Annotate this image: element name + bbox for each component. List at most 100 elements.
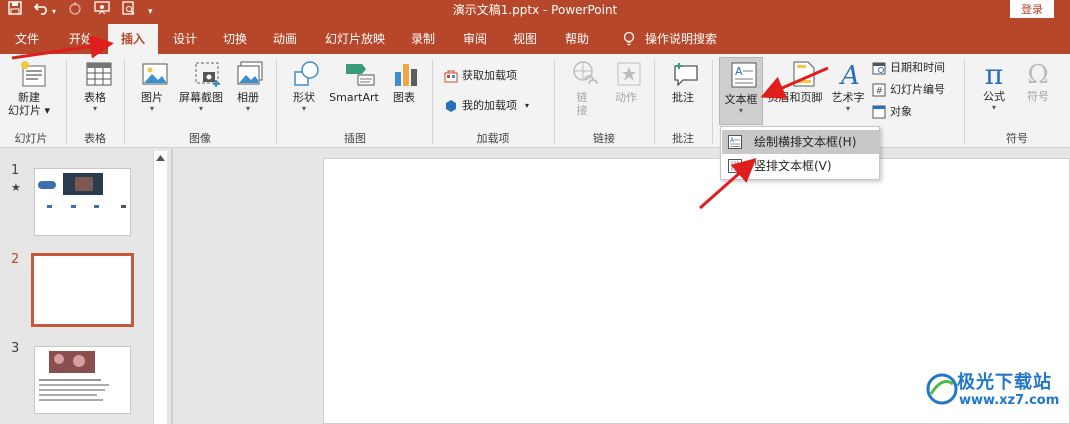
- wordart-button[interactable]: A 艺术字 ▾: [828, 60, 868, 128]
- svg-text:A: A: [736, 161, 740, 167]
- title-bar: ▾ ▾ 演示文稿1.pptx - PowerPoint 登录: [0, 0, 1070, 24]
- tab-help[interactable]: 帮助: [558, 24, 596, 54]
- group-label-links: 链接: [593, 132, 615, 145]
- chevron-down-icon: ▾: [149, 104, 154, 113]
- group-label-addins: 加载项: [476, 132, 510, 145]
- header-footer-label: 页眉和页脚: [767, 91, 823, 104]
- new-slide-icon: [21, 61, 46, 87]
- smartart-icon: [346, 64, 375, 86]
- link-button[interactable]: 链 接: [562, 60, 602, 128]
- tab-animations[interactable]: 动画: [266, 24, 304, 54]
- smartart-button[interactable]: SmartArt: [326, 60, 382, 128]
- comment-button[interactable]: 批注: [662, 60, 704, 128]
- textbox-button[interactable]: A 文本框 ▾: [719, 57, 763, 125]
- wordart-icon: A: [839, 61, 860, 91]
- draw-horizontal-textbox-label: 绘制横排文本框(H): [754, 135, 857, 149]
- equation-button[interactable]: π 公式 ▾: [972, 60, 1016, 128]
- tab-transitions[interactable]: 切换: [216, 24, 254, 54]
- scroll-up-icon[interactable]: [154, 153, 167, 163]
- chevron-down-icon: ▾: [92, 104, 97, 113]
- table-button[interactable]: 表格 ▾: [74, 60, 116, 128]
- my-addins-button[interactable]: 我的加载项 ▾: [444, 98, 529, 114]
- tab-insert[interactable]: 插入: [108, 24, 158, 54]
- group-label-comments: 批注: [672, 132, 694, 145]
- tab-home[interactable]: 开始: [62, 24, 100, 54]
- chevron-down-icon: ▾: [198, 104, 203, 113]
- shapes-button[interactable]: 形状 ▾: [284, 60, 324, 128]
- group-separator: [554, 60, 555, 144]
- watermark-name: 极光下载站: [957, 372, 1052, 393]
- tab-slideshow[interactable]: 幻灯片放映: [318, 24, 392, 54]
- chevron-down-icon: ▾: [738, 106, 743, 115]
- my-addins-label: 我的加载项: [462, 99, 517, 112]
- symbol-button[interactable]: Ω 符号: [1018, 60, 1058, 128]
- ribbon-tabs: 文件 开始 插入 设计 切换 动画 幻灯片放映 录制 审阅 视图 帮助 操作说明…: [0, 24, 1070, 54]
- symbol-label: 符号: [1027, 90, 1049, 103]
- textbox-label: 文本框: [724, 93, 758, 106]
- slide-thumbnail-1[interactable]: [34, 168, 131, 236]
- new-slide-label-1: 新建: [18, 91, 40, 104]
- action-star-icon: [617, 62, 641, 86]
- omega-icon: Ω: [1027, 60, 1049, 90]
- slide-number-3: 3: [11, 341, 20, 356]
- object-button[interactable]: 对象: [872, 104, 912, 120]
- shapes-icon: [293, 61, 319, 86]
- link-label-1: 链: [576, 91, 588, 104]
- new-slide-button[interactable]: 新建 幻灯片 ▾: [4, 60, 54, 128]
- table-icon: [86, 62, 111, 86]
- watermark-logo-icon: [926, 373, 958, 405]
- tell-me-search[interactable]: 操作说明搜索: [640, 24, 722, 54]
- header-footer-button[interactable]: 页眉和页脚: [764, 60, 826, 128]
- get-addins-button[interactable]: 获取加载项: [444, 68, 517, 84]
- get-addins-label: 获取加载项: [462, 69, 517, 82]
- slide-number-label: 幻灯片编号: [890, 83, 945, 96]
- chart-button[interactable]: 图表: [386, 60, 422, 128]
- header-footer-icon: [793, 61, 815, 87]
- group-separator: [712, 60, 713, 144]
- svg-text:#: #: [876, 87, 884, 97]
- object-label: 对象: [890, 105, 912, 118]
- slide-3-preview: [39, 351, 109, 401]
- slide-number-1: 1: [11, 163, 20, 178]
- draw-horizontal-textbox-item[interactable]: A 绘制横排文本框(H): [722, 130, 879, 154]
- action-label: 动作: [615, 91, 637, 104]
- smartart-label: SmartArt: [329, 91, 379, 104]
- group-label-symbols: 符号: [1006, 132, 1028, 145]
- slide-thumbnail-2[interactable]: [31, 253, 134, 327]
- tab-view[interactable]: 视图: [506, 24, 544, 54]
- slide-number-button[interactable]: # 幻灯片编号: [872, 82, 945, 98]
- tab-record[interactable]: 录制: [404, 24, 442, 54]
- vertical-textbox-label: 竖排文本框(V): [754, 159, 832, 173]
- picture-button[interactable]: 图片 ▾: [132, 60, 172, 128]
- horizontal-textbox-icon: A: [728, 135, 742, 149]
- chevron-down-icon: ▾: [301, 104, 306, 113]
- comment-label: 批注: [672, 91, 694, 104]
- group-label-tables: 表格: [84, 132, 106, 145]
- object-icon: [872, 105, 886, 119]
- screenshot-button[interactable]: 屏幕截图 ▾: [174, 60, 228, 128]
- slide-thumbnail-panel: 1 ★ 2 3: [0, 149, 172, 424]
- group-separator: [654, 60, 655, 144]
- screenshot-icon: [195, 62, 220, 87]
- album-button[interactable]: 相册 ▾: [230, 60, 266, 128]
- album-label: 相册: [237, 91, 259, 104]
- group-separator: [964, 60, 965, 144]
- slide-panel-scrollbar[interactable]: [153, 151, 167, 424]
- slide-thumbnail-3[interactable]: [34, 346, 131, 414]
- login-button[interactable]: 登录: [1010, 0, 1054, 18]
- tab-file[interactable]: 文件: [8, 24, 46, 54]
- action-button[interactable]: 动作: [606, 60, 646, 128]
- svg-text:A: A: [839, 61, 860, 88]
- calendar-icon: [872, 62, 886, 75]
- textbox-dropdown-menu: A 绘制横排文本框(H) A 竖排文本框(V): [720, 126, 880, 180]
- datetime-button[interactable]: 日期和时间: [872, 60, 945, 76]
- datetime-label: 日期和时间: [890, 61, 945, 74]
- document-title: 演示文稿1.pptx - PowerPoint: [452, 3, 618, 17]
- tab-review[interactable]: 审阅: [456, 24, 494, 54]
- ribbon: 新建 幻灯片 ▾ 幻灯片 表格 ▾ 表格 图片 ▾ 屏幕截图 ▾ 相册 ▾ 图像…: [0, 54, 1070, 148]
- screenshot-label: 屏幕截图: [179, 91, 223, 104]
- shapes-label: 形状: [293, 91, 315, 104]
- tab-design[interactable]: 设计: [166, 24, 204, 54]
- vertical-textbox-item[interactable]: A 竖排文本框(V): [722, 154, 879, 178]
- chart-label: 图表: [393, 91, 415, 104]
